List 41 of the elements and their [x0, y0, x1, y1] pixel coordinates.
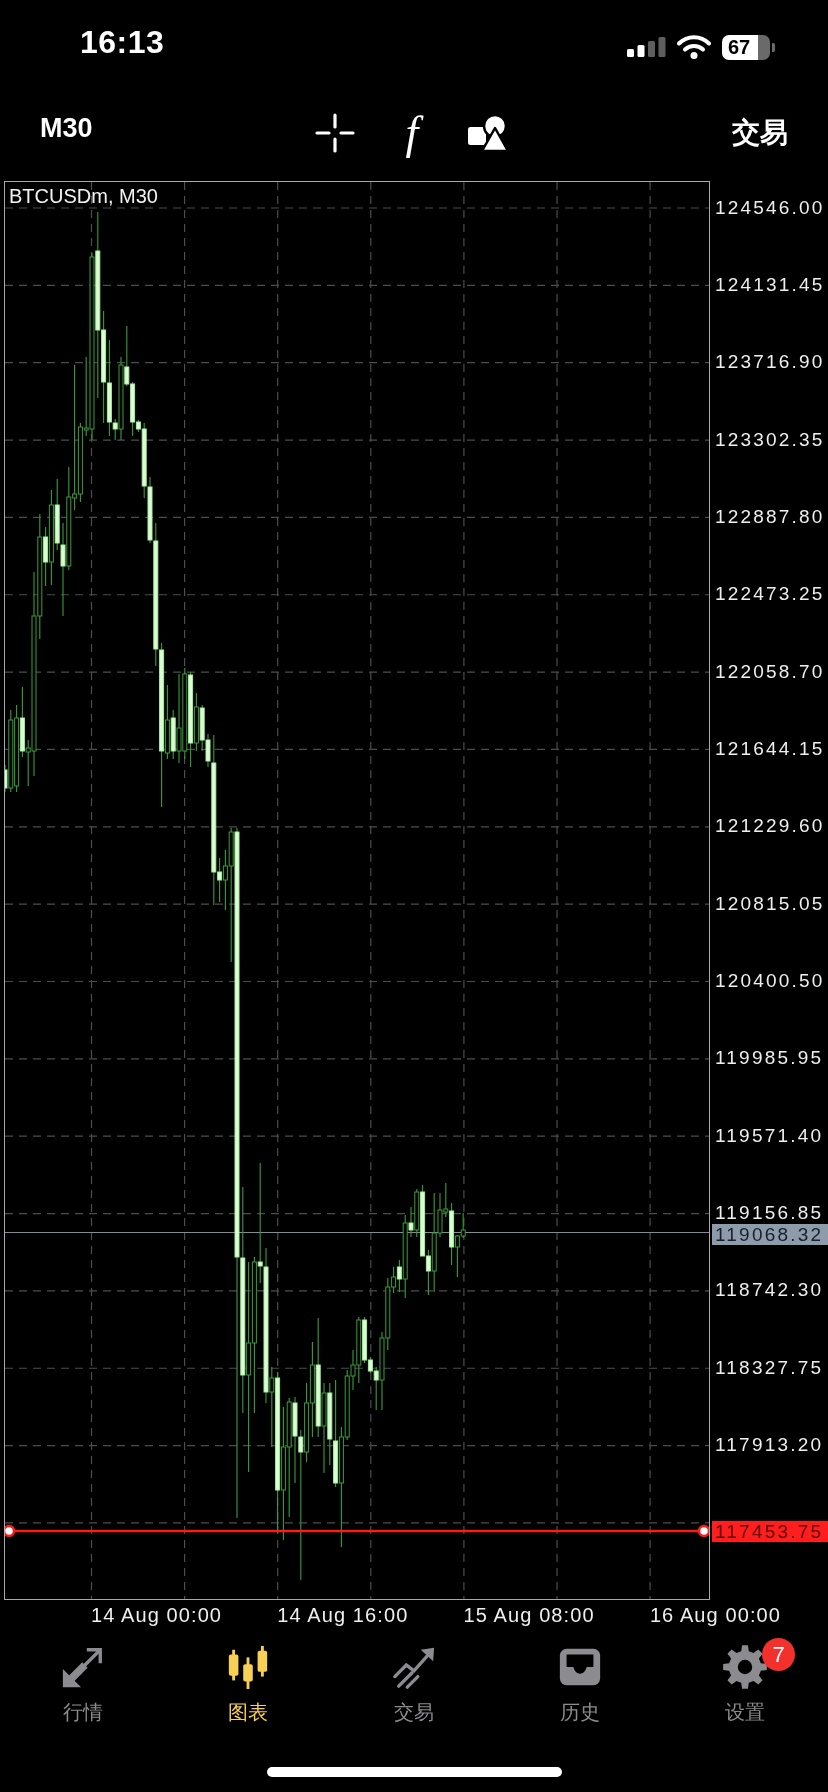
price-axis-label: 121229.60: [715, 816, 825, 836]
battery-indicator: 67: [722, 34, 775, 60]
tab-button[interactable]: 交易: [331, 1636, 497, 1724]
status-time: 16:13: [80, 23, 165, 62]
time-axis-label: 15 Aug 08:00: [463, 1603, 595, 1627]
timeframe-button[interactable]: M30: [40, 112, 93, 144]
tab-button[interactable]: 行情: [0, 1636, 166, 1724]
price-axis-label: 120815.05: [715, 893, 825, 913]
time-axis-label: 14 Aug 16:00: [277, 1603, 409, 1627]
tab-button[interactable]: 历史: [496, 1636, 663, 1724]
price-level-line[interactable]: [14, 1529, 700, 1533]
price-axis-label: 124131.45: [715, 274, 825, 294]
price-axis-label: 119571.40: [715, 1125, 824, 1145]
price-axis-label: 122473.25: [715, 584, 825, 604]
wifi-icon: [677, 35, 711, 59]
notification-badge: 7: [762, 1638, 796, 1671]
trade-button[interactable]: 交易: [732, 116, 788, 150]
order-price-tag: 117453.75: [712, 1521, 828, 1542]
time-axis-label: 16 Aug 00:00: [649, 1603, 781, 1627]
price-axis-label: 119156.85: [715, 1203, 824, 1223]
price-axis-label: 123716.90: [715, 352, 825, 372]
price-axis-label: 123302.35: [715, 429, 825, 449]
tab-button[interactable]: 设置 7: [662, 1636, 828, 1724]
line-handle-icon[interactable]: [697, 1524, 709, 1538]
price-axis-label: 118327.75: [715, 1357, 824, 1377]
time-axis-label: 14 Aug 00:00: [91, 1603, 223, 1627]
price-axis-label: 120400.50: [715, 971, 825, 990]
price-axis-label: 118742.30: [715, 1280, 824, 1300]
crosshair-icon[interactable]: [315, 113, 356, 153]
price-axis-label: 124546.00: [715, 197, 825, 217]
price-axis-label: 122058.70: [715, 661, 825, 681]
chart-title: BTCUSDm, M30: [9, 185, 158, 208]
line-handle-icon[interactable]: [5, 1524, 16, 1538]
price-axis-label: 121644.15: [715, 738, 825, 758]
settings-icon: [722, 1644, 769, 1690]
price-axis-label: 119985.95: [715, 1048, 824, 1068]
current-price-tag: 119068.32: [712, 1224, 828, 1245]
signal-icon: [627, 37, 666, 57]
tab-button[interactable]: 图表: [165, 1636, 332, 1724]
price-axis-label: 117913.20: [715, 1435, 824, 1455]
price-axis-label: 122887.80: [715, 506, 825, 526]
